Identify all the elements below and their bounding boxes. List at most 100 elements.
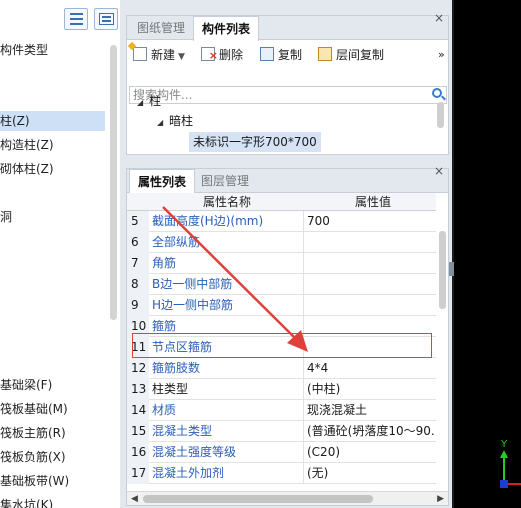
tree-node-column-label: 柱 (149, 94, 162, 108)
property-value[interactable]: 4*4 (304, 358, 436, 379)
property-value[interactable]: 700 (304, 211, 436, 232)
property-list-panel: 属性列表 图层管理 × 属性名称 属性值 5 截面高度(H边)(mm) 700 6 全部… (126, 164, 449, 506)
center-column: 图纸管理 构件列表 × 新建▼ 删除 复制 层间复制 » ◢柱 ◢暗柱 (120, 0, 454, 508)
new-icon (133, 47, 147, 61)
property-value[interactable] (304, 295, 436, 316)
property-row[interactable]: 17 混凝土外加剂 (无) (127, 463, 436, 484)
more-tools-button[interactable]: » (438, 45, 445, 65)
search-input[interactable] (129, 86, 447, 104)
property-name: H边一侧中部筋 (149, 295, 304, 316)
delete-icon (201, 46, 218, 66)
property-row[interactable]: 5 截面高度(H边)(mm) 700 (127, 211, 436, 232)
copy-button[interactable]: 复制 (260, 45, 302, 65)
chevron-down-icon: ▼ (178, 52, 185, 62)
horizontal-scroll-thumb[interactable] (143, 495, 373, 503)
drawing-viewport[interactable]: Y (454, 0, 521, 508)
property-value[interactable] (304, 274, 436, 295)
component-type-panel: 构件类型 柱(Z) 构造柱(Z) 砌体柱(Z) 洞 基础梁(F) 筏板基础(M)… (0, 0, 120, 508)
property-row[interactable]: 14 材质 现浇混凝土 (127, 400, 436, 421)
close-panel-icon[interactable]: × (434, 164, 444, 178)
row-number: 9 (127, 295, 149, 316)
collapse-triangle-icon[interactable]: ◢ (137, 93, 149, 113)
property-table-scrollbar[interactable] (439, 231, 446, 309)
grid-icon (99, 13, 114, 25)
origin-marker (500, 480, 508, 488)
tab-drawing-management[interactable]: 图纸管理 (129, 16, 193, 40)
property-name: 材质 (149, 400, 304, 421)
detail-view-button[interactable] (94, 8, 118, 30)
row-number: 14 (127, 400, 149, 421)
row-number: 7 (127, 253, 149, 274)
nav-item-foundation-beam[interactable]: 基础梁(F) (0, 375, 52, 395)
property-value[interactable] (304, 337, 436, 358)
axis-gizmo: Y (500, 439, 521, 488)
tab-layer-management[interactable]: 图层管理 (193, 169, 257, 193)
new-button[interactable]: 新建 ▼ (133, 45, 185, 65)
tab-component-list[interactable]: 构件列表 (193, 16, 260, 41)
close-panel-icon[interactable]: × (434, 11, 444, 25)
property-row[interactable]: 13 柱类型 (中柱) (127, 379, 436, 400)
left-panel-scrollbar[interactable] (110, 45, 117, 320)
property-name: 混凝土外加剂 (149, 463, 304, 484)
property-value[interactable] (304, 316, 436, 337)
property-horizontal-scrollbar[interactable]: ◀ ▶ (127, 491, 448, 505)
list-view-button[interactable] (64, 8, 88, 30)
property-row[interactable]: 7 角筋 (127, 253, 436, 274)
property-value[interactable]: (无) (304, 463, 436, 484)
nav-item-foundation-strip[interactable]: 基础板带(W) (0, 471, 69, 491)
new-label: 新建 (151, 48, 176, 62)
row-number: 13 (127, 379, 149, 400)
column-header-value: 属性值 (355, 195, 392, 209)
property-value[interactable]: (普通砼(坍落度10～90... (304, 421, 436, 442)
property-tabs: 属性列表 图层管理 (127, 169, 448, 194)
row-number: 15 (127, 421, 149, 442)
collapse-triangle-icon[interactable]: ◢ (157, 113, 169, 133)
property-value[interactable] (304, 253, 436, 274)
tree-node-hidden-column-label: 暗柱 (169, 114, 194, 128)
nav-item-masonry-column[interactable]: 砌体柱(Z) (0, 159, 54, 179)
property-name: 混凝土强度等级 (149, 442, 304, 463)
property-row[interactable]: 9 H边一侧中部筋 (127, 295, 436, 316)
row-number: 16 (127, 442, 149, 463)
tab-property-list[interactable]: 属性列表 (129, 169, 196, 194)
nav-item-sump-pit[interactable]: 集水坑(K) (0, 495, 53, 508)
nav-item-opening[interactable]: 洞 (0, 207, 12, 227)
nav-item-raft-negative-rebar[interactable]: 筏板负筋(X) (0, 447, 66, 467)
scroll-right-icon[interactable]: ▶ (437, 492, 444, 506)
property-row[interactable]: 11 节点区箍筋 (127, 337, 436, 358)
property-row[interactable]: 15 混凝土类型 (普通砼(坍落度10～90... (127, 421, 436, 442)
tree-node-hidden-column[interactable]: ◢ 暗柱 (157, 111, 193, 131)
tree-node-selected-component[interactable]: 未标识一字形700*700 (189, 132, 321, 152)
property-row[interactable]: 16 混凝土强度等级 (C20) (127, 442, 436, 463)
property-row[interactable]: 10 箍筋 (127, 316, 436, 337)
floor-copy-icon (318, 47, 332, 61)
property-name: 混凝土类型 (149, 421, 304, 442)
property-name: B边一侧中部筋 (149, 274, 304, 295)
row-number: 11 (127, 337, 149, 358)
property-value[interactable]: (中柱) (304, 379, 436, 400)
property-row[interactable]: 12 箍筋肢数 4*4 (127, 358, 436, 379)
row-number: 10 (127, 316, 149, 337)
property-name: 全部纵筋 (149, 232, 304, 253)
property-value[interactable] (304, 232, 436, 253)
row-number: 17 (127, 463, 149, 484)
tree-node-column[interactable]: ◢ 柱 (137, 91, 161, 111)
floor-copy-button[interactable]: 层间复制 (318, 45, 384, 65)
property-row[interactable]: 8 B边一侧中部筋 (127, 274, 436, 295)
property-table-header: 属性名称 属性值 (127, 193, 436, 211)
property-row[interactable]: 6 全部纵筋 (127, 232, 436, 253)
copy-label: 复制 (278, 48, 303, 62)
property-value[interactable]: 现浇混凝土 (304, 400, 436, 421)
search-icon[interactable] (432, 88, 442, 98)
nav-item-structural-column[interactable]: 构造柱(Z) (0, 135, 54, 155)
nav-item-column[interactable]: 柱(Z) (0, 111, 105, 131)
scroll-left-icon[interactable]: ◀ (131, 492, 138, 506)
nav-item-raft-foundation[interactable]: 筏板基础(M) (0, 399, 68, 419)
property-name: 柱类型 (149, 379, 304, 400)
property-name: 截面高度(H边)(mm) (149, 211, 304, 232)
tree-scrollbar[interactable] (437, 102, 444, 128)
delete-button[interactable]: 删除 (201, 45, 243, 66)
nav-item-raft-main-rebar[interactable]: 筏板主筋(R) (0, 423, 66, 443)
property-value[interactable]: (C20) (304, 442, 436, 463)
floor-copy-label: 层间复制 (336, 48, 385, 62)
